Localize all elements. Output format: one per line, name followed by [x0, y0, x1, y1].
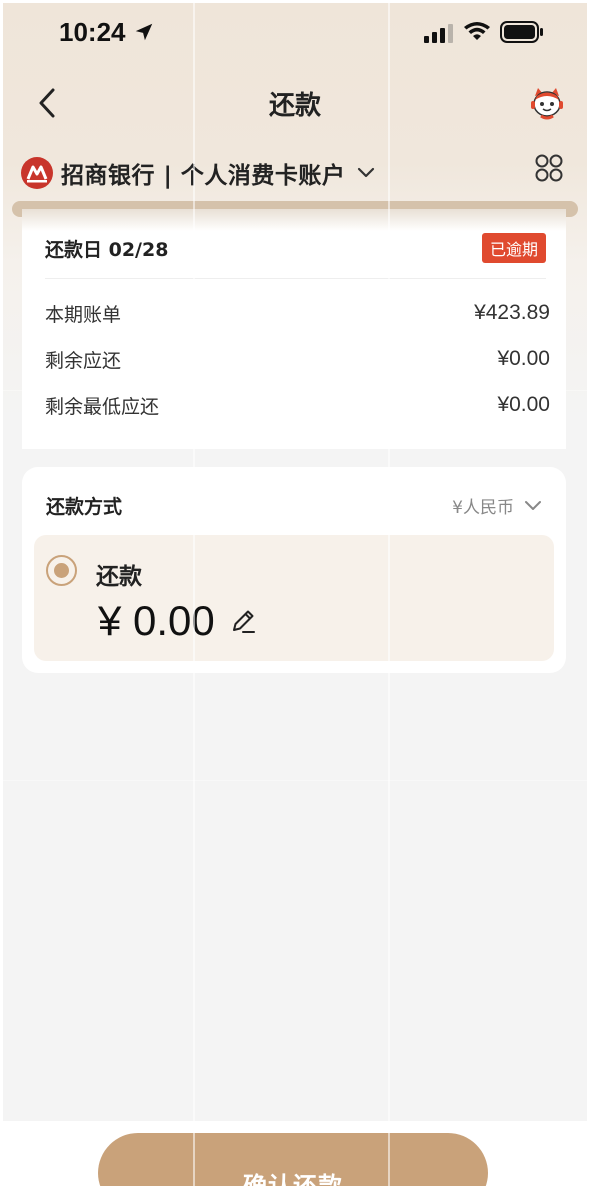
status-bar: 10:24	[3, 3, 587, 59]
overlay-line	[0, 780, 590, 781]
payment-method-card: 还款方式 ¥人民币 还款 ¥ 0.00	[22, 467, 566, 673]
amount-value: ¥ 0.00	[98, 597, 215, 644]
receipt-shadow	[22, 209, 566, 231]
receipt-torn-edge	[22, 433, 566, 445]
location-arrow-icon	[135, 23, 153, 41]
overdue-badge: 已逾期	[481, 233, 546, 263]
row-value: ¥423.89	[474, 301, 550, 324]
account-selector[interactable]: 招商银行 | 个人消费卡账户	[21, 153, 375, 193]
pencil-edit-icon[interactable]	[229, 607, 257, 635]
apps-grid-icon[interactable]	[535, 154, 563, 182]
overlay-line	[0, 390, 590, 391]
row-label: 剩余应还	[45, 349, 122, 372]
amount-field[interactable]: ¥ 0.00	[98, 597, 257, 645]
bill-row-remaining: 剩余应还 ¥0.00	[45, 345, 550, 373]
due-date-label: 还款日 02/28	[45, 239, 169, 261]
payment-option[interactable]: 还款 ¥ 0.00	[34, 535, 554, 661]
currency-selector[interactable]: ¥人民币	[452, 493, 542, 518]
cellular-signal-icon	[424, 24, 453, 43]
row-value: ¥0.00	[497, 347, 550, 370]
page-title: 还款	[268, 91, 321, 121]
row-label: 本期账单	[45, 303, 122, 326]
row-label: 剩余最低应还	[45, 395, 160, 418]
bill-row-current: 本期账单 ¥423.89	[45, 299, 550, 327]
overlay-line	[388, 0, 390, 1186]
bill-row-minimum: 剩余最低应还 ¥0.00	[45, 391, 550, 419]
status-time: 10:24	[59, 17, 126, 47]
bill-receipt-card: 还款日 02/28 已逾期 本期账单 ¥423.89 剩余应还 ¥0.00 剩余…	[22, 209, 566, 449]
overlay-line	[193, 0, 195, 1186]
bank-logo-icon	[21, 157, 53, 189]
payment-method-title: 还款方式	[46, 496, 123, 518]
app-screen: 10:24 还款 招商银行 | 个人消费卡账户 还款日 02/28 已逾期 本期…	[3, 3, 587, 1121]
battery-icon	[500, 21, 543, 43]
payment-option-label: 还款	[96, 564, 142, 590]
confirm-repayment-button[interactable]: 确认还款	[98, 1133, 488, 1186]
account-name: 招商银行 | 个人消费卡账户	[61, 163, 346, 189]
customer-service-mascot-icon[interactable]	[529, 86, 565, 122]
wifi-icon	[464, 22, 490, 40]
radio-selected[interactable]	[46, 555, 77, 586]
currency-label: ¥人民币	[452, 498, 514, 518]
chevron-down-icon	[358, 167, 375, 178]
receipt-divider	[45, 278, 546, 279]
chevron-down-icon	[525, 500, 541, 510]
row-value: ¥0.00	[497, 393, 550, 416]
